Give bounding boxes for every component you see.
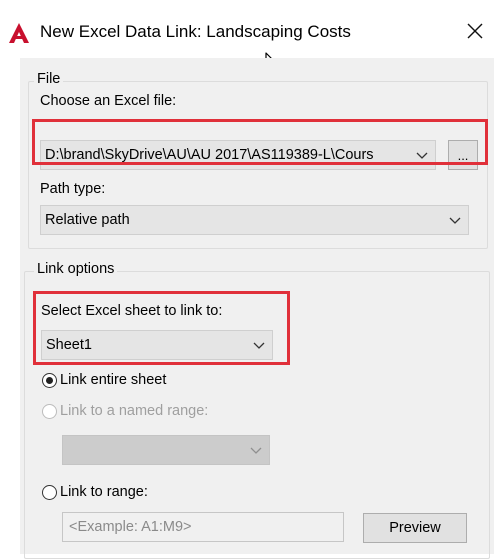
chevron-down-icon [250, 447, 262, 454]
radio-link-entire-sheet-label: Link entire sheet [60, 372, 167, 388]
excel-data-link-dialog: New Excel Data Link: Landscaping Costs F… [0, 0, 494, 559]
named-range-combobox[interactable] [62, 435, 270, 465]
chevron-down-icon [449, 217, 461, 224]
range-input[interactable]: <Example: A1:M9> [62, 512, 344, 542]
range-input-placeholder: <Example: A1:M9> [69, 519, 192, 535]
dialog-body: File Choose an Excel file: D:\brand\SkyD… [20, 58, 494, 559]
sheet-combobox[interactable]: Sheet1 [41, 330, 273, 360]
radio-unselected-icon [42, 403, 57, 419]
radio-unselected-icon [42, 484, 57, 500]
chevron-down-icon [253, 342, 265, 349]
window-title: New Excel Data Link: Landscaping Costs [40, 22, 351, 41]
browse-file-button[interactable]: ... [448, 140, 478, 170]
path-type-combobox[interactable]: Relative path [40, 205, 469, 235]
excel-file-combobox[interactable]: D:\brand\SkyDrive\AU\AU 2017\AS119389-L\… [40, 140, 436, 170]
autocad-logo-icon [9, 23, 29, 43]
link-options-legend: Link options [34, 261, 118, 277]
radio-selected-icon [42, 372, 57, 388]
select-sheet-label: Select Excel sheet to link to: [41, 303, 223, 319]
title-bar[interactable]: New Excel Data Link: Landscaping Costs [0, 0, 494, 58]
radio-link-entire-sheet[interactable]: Link entire sheet [42, 372, 166, 388]
excel-file-path: D:\brand\SkyDrive\AU\AU 2017\AS119389-L\… [45, 147, 374, 163]
file-group-legend: File [34, 71, 64, 87]
radio-link-to-range[interactable]: Link to range: [42, 484, 148, 500]
close-icon [467, 23, 483, 39]
choose-excel-file-label: Choose an Excel file: [40, 93, 177, 109]
preview-button[interactable]: Preview [363, 513, 467, 543]
sheet-value: Sheet1 [46, 337, 92, 353]
close-button[interactable] [460, 16, 490, 46]
radio-link-to-range-label: Link to range: [60, 484, 148, 500]
radio-link-named-range-label: Link to a named range: [60, 403, 209, 419]
chevron-down-icon [416, 152, 428, 159]
path-type-label: Path type: [40, 181, 106, 197]
path-type-value: Relative path [45, 212, 130, 228]
radio-link-named-range[interactable]: Link to a named range: [42, 403, 208, 419]
